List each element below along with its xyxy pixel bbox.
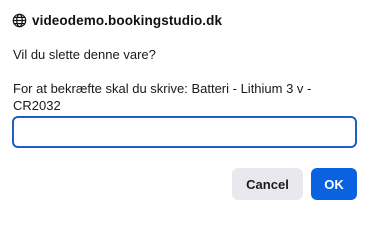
cancel-button[interactable]: Cancel xyxy=(232,168,303,200)
origin-text: videodemo.bookingstudio.dk xyxy=(32,12,223,28)
ok-button[interactable]: OK xyxy=(311,168,357,200)
dialog-origin: videodemo.bookingstudio.dk xyxy=(12,11,222,29)
confirm-text-input[interactable] xyxy=(12,116,357,148)
dialog-instruction: For at bekræfte skal du skrive: Batteri … xyxy=(13,81,312,113)
prompt-dialog: videodemo.bookingstudio.dk Vil du slette… xyxy=(0,0,368,213)
globe-icon xyxy=(12,13,27,28)
dialog-question: Vil du slette denne vare? xyxy=(13,47,156,62)
